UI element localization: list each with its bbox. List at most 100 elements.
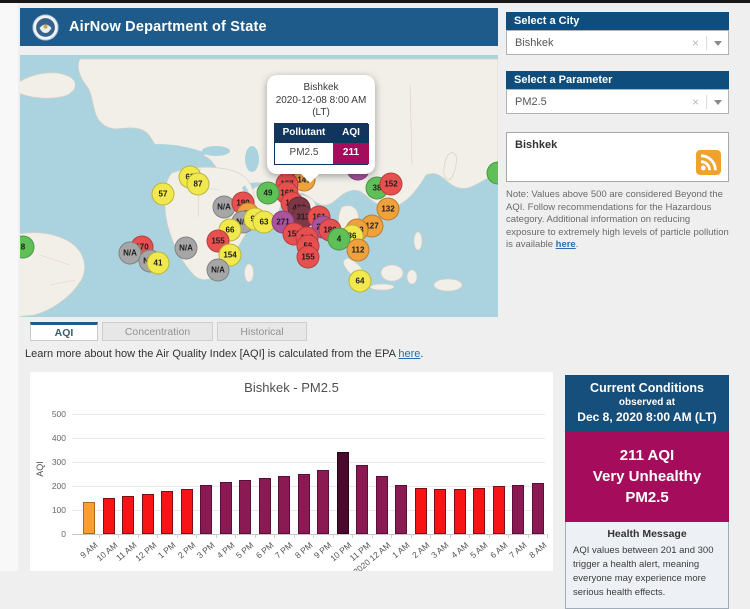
current-aqi-block: 211 AQI Very Unhealthy PM2.5 bbox=[565, 431, 729, 522]
browser-top-strip bbox=[0, 0, 750, 3]
chart-x-tick bbox=[137, 534, 139, 538]
left-gutter bbox=[0, 3, 18, 571]
chart-bar[interactable] bbox=[473, 488, 485, 534]
chart-bar[interactable] bbox=[122, 496, 134, 534]
current-pollutant: PM2.5 bbox=[625, 489, 669, 506]
popup-aqi-value: 211 bbox=[333, 142, 369, 164]
chart-bar[interactable] bbox=[239, 480, 251, 534]
health-message-text: AQI values between 201 and 300 trigger a… bbox=[573, 545, 714, 598]
parameter-dropdown-caret-icon[interactable] bbox=[714, 99, 722, 109]
chart-gridline bbox=[72, 462, 545, 463]
epa-here-link[interactable]: here bbox=[398, 348, 420, 360]
chart-x-tick bbox=[118, 534, 120, 538]
chart-x-tick bbox=[449, 534, 451, 538]
chart-bar[interactable] bbox=[297, 474, 310, 534]
chart-gridline bbox=[72, 534, 545, 535]
chart-x-tick bbox=[410, 534, 412, 538]
chart-y-tick-label: 0 bbox=[61, 529, 66, 539]
aqi-station-marker[interactable] bbox=[486, 161, 498, 185]
rss-feed-icon[interactable] bbox=[696, 150, 721, 175]
aqi-station-marker[interactable]: N/A bbox=[206, 258, 230, 282]
chart-x-tick bbox=[508, 534, 510, 538]
aqi-station-marker[interactable]: N/A bbox=[174, 236, 198, 260]
chart-bar[interactable] bbox=[180, 489, 193, 534]
feed-city-label: Bishkek bbox=[515, 139, 558, 151]
chart-x-tick bbox=[371, 534, 373, 538]
parameter-clear-icon[interactable]: × bbox=[692, 94, 707, 109]
aqi-station-marker[interactable]: 64 bbox=[348, 269, 372, 293]
city-clear-icon[interactable]: × bbox=[692, 35, 707, 50]
city-select[interactable]: Bishkek × bbox=[506, 30, 729, 55]
city-select-value: Bishkek bbox=[515, 36, 554, 49]
chart-x-tick bbox=[469, 534, 471, 538]
chart-bar[interactable] bbox=[258, 478, 271, 534]
chart-bar[interactable] bbox=[414, 488, 427, 534]
chart-x-tick bbox=[196, 534, 198, 538]
tab-historical[interactable]: Historical bbox=[217, 322, 307, 341]
aqi-station-marker[interactable]: 155 bbox=[296, 245, 320, 269]
chart-bar[interactable] bbox=[531, 483, 544, 534]
popup-timezone: (LT) bbox=[312, 107, 330, 118]
chart-bar[interactable] bbox=[395, 485, 407, 534]
chart-x-tick bbox=[157, 534, 159, 538]
chart-bar[interactable] bbox=[317, 470, 329, 534]
chart-x-tick bbox=[235, 534, 237, 538]
learn-more-body: Learn more about how the Air Quality Ind… bbox=[25, 348, 399, 360]
chart-bar[interactable] bbox=[512, 485, 524, 534]
aqi-station-marker[interactable]: 87 bbox=[186, 172, 210, 196]
note-here-link[interactable]: here bbox=[556, 239, 576, 250]
chart-x-tick bbox=[98, 534, 100, 538]
stations-layer: 8638757N/A19078N/A906366N/A170N/AN/A4115… bbox=[20, 55, 498, 317]
chart-x-tick bbox=[527, 534, 529, 538]
chart-bar[interactable] bbox=[141, 494, 154, 534]
chart-bar[interactable] bbox=[83, 502, 95, 534]
current-conditions-panel: Current Conditions observed at Dec 8, 20… bbox=[565, 375, 729, 609]
aqi-bar-chart: Bishkek - PM2.5 AQI 0 100 200 300 400 500 9 AM… bbox=[30, 372, 553, 571]
chart-bar[interactable] bbox=[492, 486, 505, 534]
chart-bar[interactable] bbox=[453, 489, 466, 534]
chart-x-tick bbox=[313, 534, 315, 538]
page-title: AirNow Department of State bbox=[69, 19, 267, 35]
chart-gridline bbox=[72, 438, 545, 439]
chart-bar[interactable] bbox=[336, 452, 349, 534]
app-header: AirNow Department of State bbox=[20, 8, 498, 46]
note-period: . bbox=[575, 239, 579, 250]
learn-more-text: Learn more about how the Air Quality Ind… bbox=[25, 348, 423, 360]
aqi-world-map[interactable]: 8638757N/A19078N/A906366N/A170N/AN/A4115… bbox=[20, 55, 498, 317]
chart-bar[interactable] bbox=[278, 476, 290, 534]
chart-bar[interactable] bbox=[219, 482, 232, 534]
chart-y-tick-label: 300 bbox=[51, 457, 66, 467]
chart-bar[interactable] bbox=[161, 491, 173, 534]
aqi-station-marker[interactable]: 112 bbox=[346, 238, 370, 262]
popup-col-pollutant: Pollutant bbox=[275, 123, 333, 142]
chart-bar[interactable] bbox=[434, 489, 446, 534]
tab-aqi[interactable]: AQI bbox=[30, 322, 98, 341]
chart-x-tick bbox=[254, 534, 256, 538]
chart-y-tick-label: 500 bbox=[51, 409, 66, 419]
chart-bar[interactable] bbox=[356, 465, 368, 534]
chart-bar[interactable] bbox=[102, 498, 115, 534]
chart-title: Bishkek - PM2.5 bbox=[244, 380, 339, 395]
popup-col-aqi: AQI bbox=[333, 123, 369, 142]
chart-x-tick bbox=[391, 534, 393, 538]
chart-bar[interactable] bbox=[200, 485, 212, 534]
observed-datetime: Dec 8, 2020 8:00 AM (LT) bbox=[577, 410, 717, 424]
popup-pollutant-value: PM2.5 bbox=[275, 142, 333, 164]
current-conditions-header: Current Conditions observed at Dec 8, 20… bbox=[565, 375, 729, 431]
state-department-seal-icon bbox=[32, 13, 59, 41]
aqi-station-marker[interactable]: 57 bbox=[151, 182, 175, 206]
aqi-station-marker[interactable]: 152 bbox=[379, 172, 403, 196]
feed-box: Bishkek bbox=[506, 132, 729, 182]
aqi-station-marker[interactable]: 49 bbox=[256, 181, 280, 205]
city-dropdown-caret-icon[interactable] bbox=[714, 40, 722, 50]
note-text: Note: Values above 500 are considered Be… bbox=[506, 189, 730, 252]
tab-concentration[interactable]: Concentration bbox=[102, 322, 213, 341]
aqi-station-marker[interactable]: 8 bbox=[20, 235, 35, 259]
chart-bar[interactable] bbox=[375, 476, 388, 534]
chart-y-tick-label: 100 bbox=[51, 505, 66, 515]
aqi-station-marker[interactable]: 41 bbox=[146, 251, 170, 275]
chart-y-tick-label: 200 bbox=[51, 481, 66, 491]
parameter-select[interactable]: PM2.5 × bbox=[506, 89, 729, 114]
current-conditions-title: Current Conditions bbox=[590, 381, 704, 395]
learn-more-period: . bbox=[420, 348, 424, 360]
